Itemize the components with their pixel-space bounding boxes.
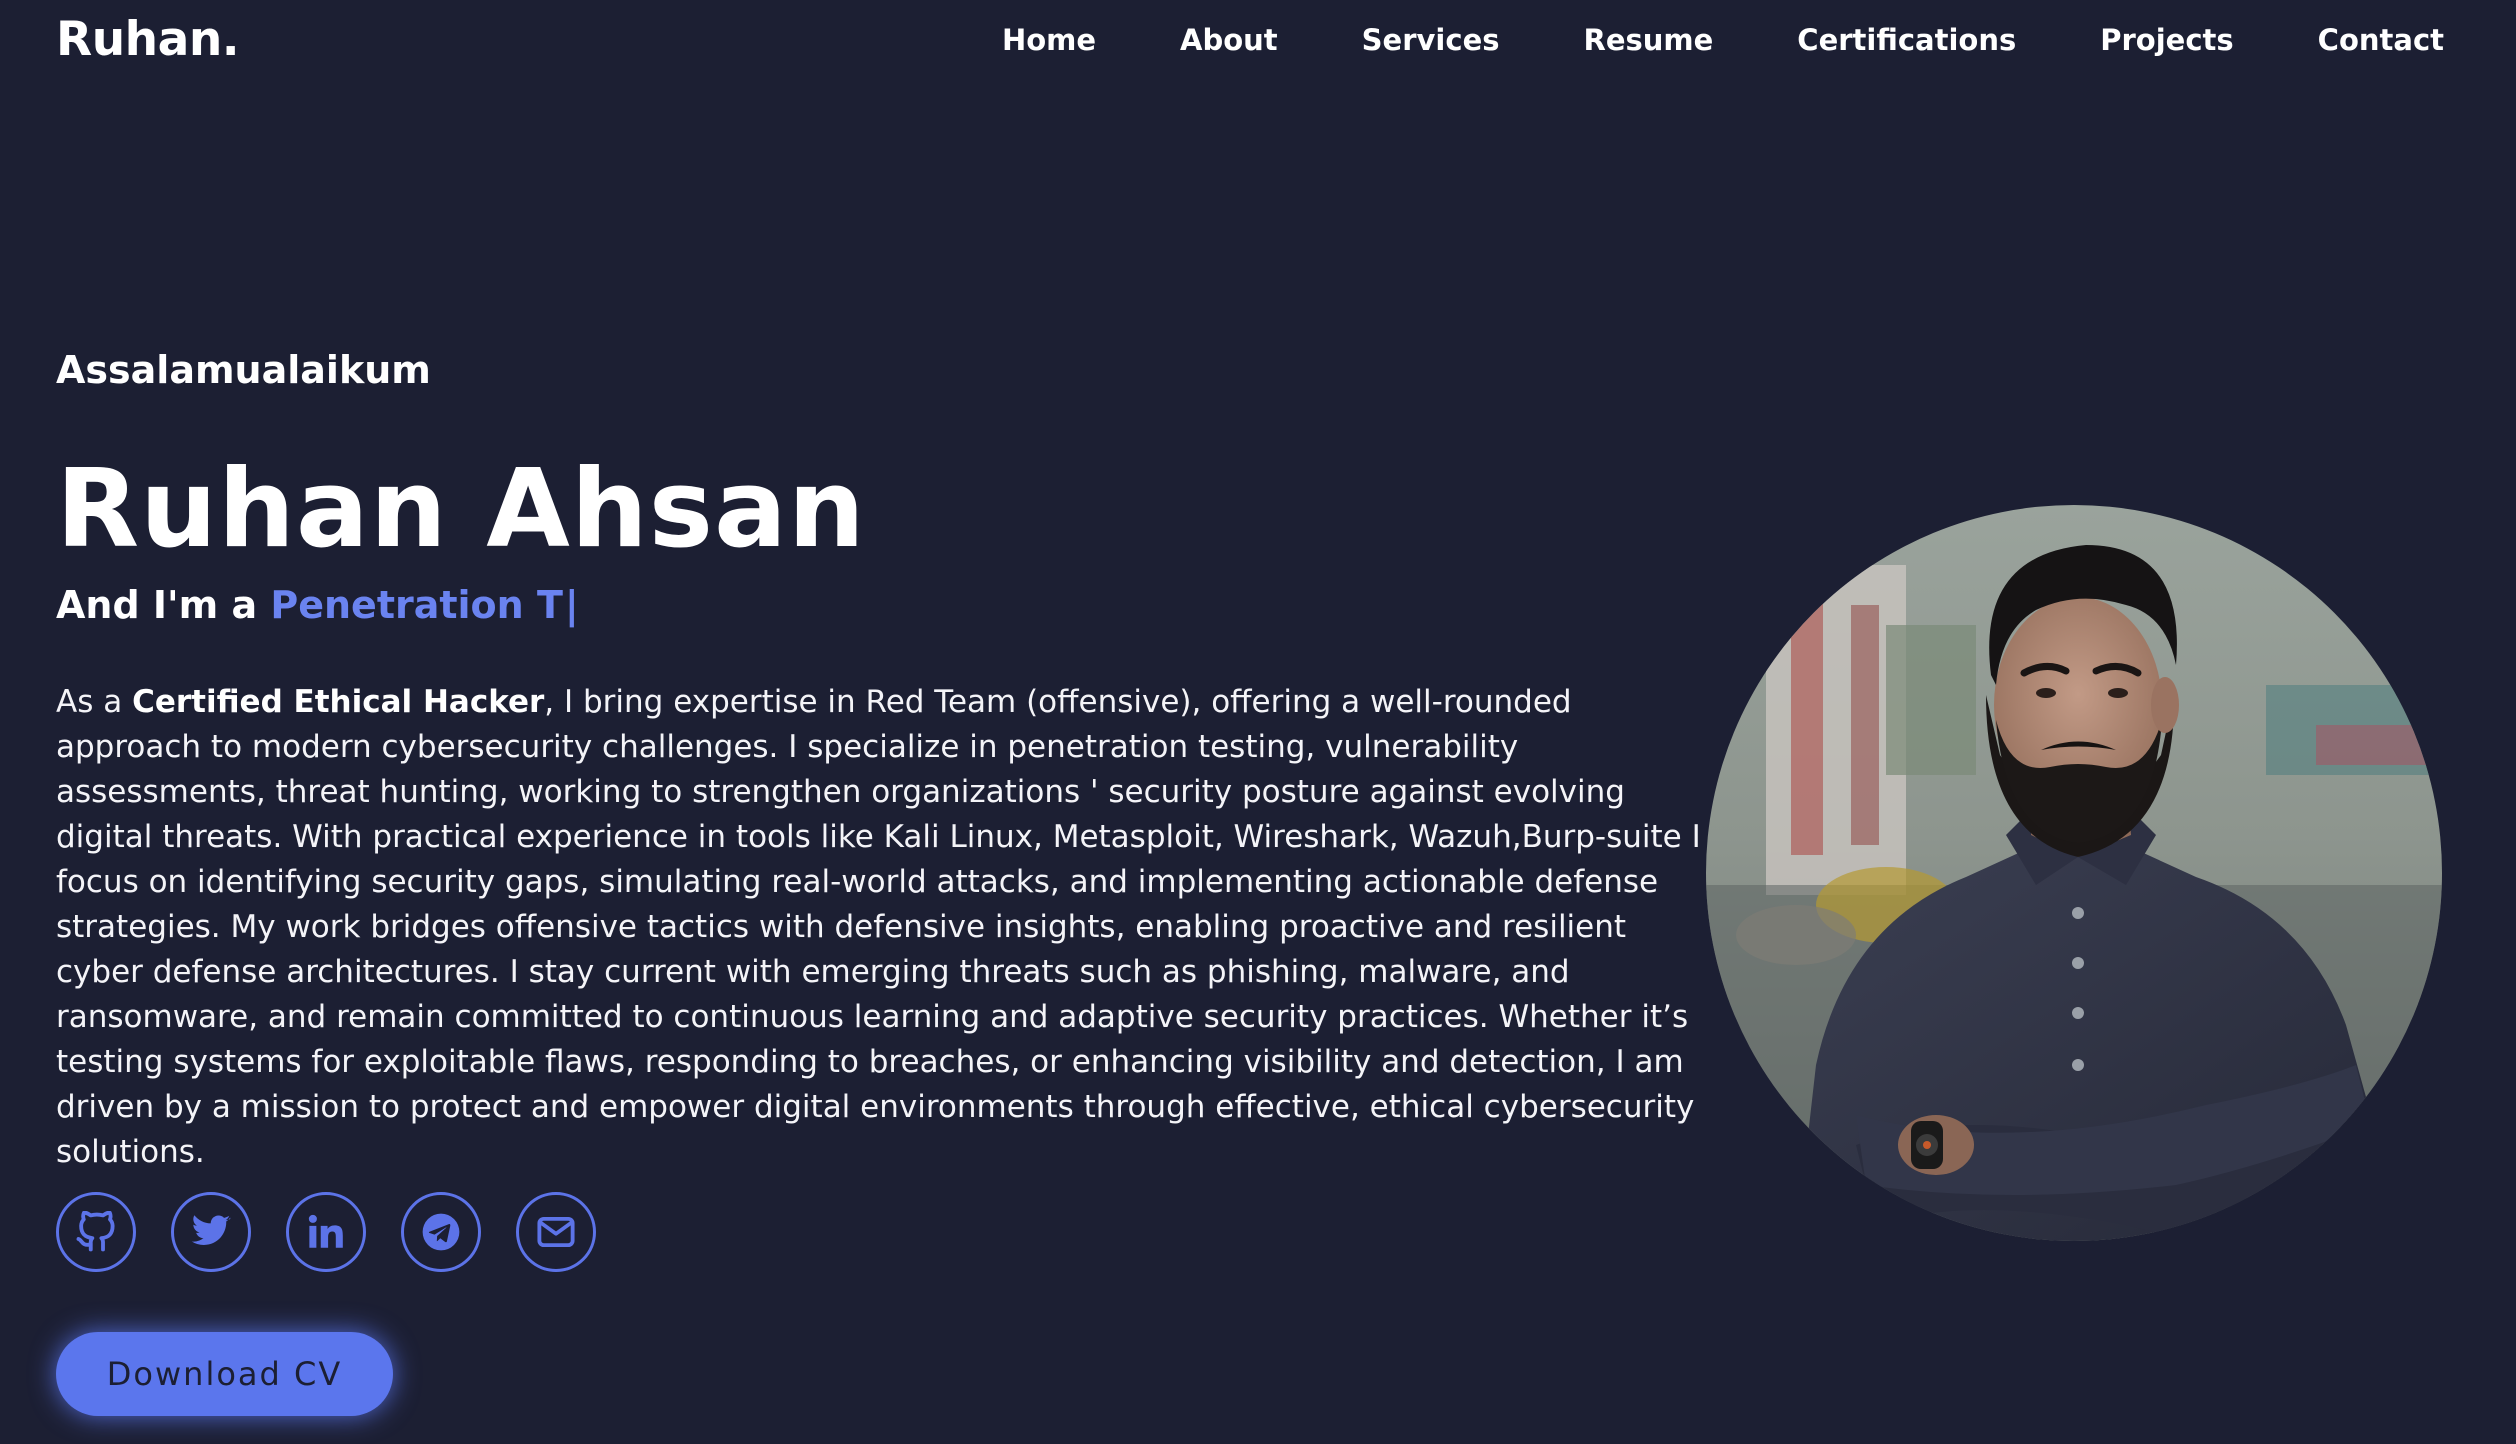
hero-section: Assalamualaikum Ruhan Ahsan And I'm a Pe… [56, 340, 1706, 1170]
linkedin-icon [308, 1214, 343, 1248]
telegram-link[interactable] [401, 1192, 481, 1272]
email-link[interactable] [516, 1192, 596, 1272]
nav-item-about[interactable]: About [1180, 18, 1278, 62]
hero-greeting: Assalamualaikum [56, 348, 431, 392]
twitter-icon [191, 1215, 231, 1245]
main-nav: Home About Services Resume Certification… [1002, 18, 2444, 62]
github-icon [76, 1211, 115, 1252]
linkedin-link[interactable] [286, 1192, 366, 1272]
twitter-link[interactable] [171, 1192, 251, 1272]
role-prefix: And I'm a [56, 583, 271, 627]
profile-photo [1706, 505, 2442, 1241]
nav-item-services[interactable]: Services [1362, 18, 1500, 62]
nav-item-resume[interactable]: Resume [1584, 18, 1714, 62]
hero-name: Ruhan Ahsan [56, 447, 866, 572]
role-typed-text: Penetration T [270, 583, 563, 627]
hero-role: And I'm a Penetration T| [56, 580, 579, 630]
download-cv-button[interactable]: Download CV [56, 1332, 393, 1416]
site-logo[interactable]: Ruhan. [56, 10, 240, 70]
nav-item-home[interactable]: Home [1002, 18, 1096, 62]
telegram-icon [422, 1213, 460, 1251]
profile-photo-illustration [1706, 505, 2442, 1241]
nav-item-projects[interactable]: Projects [2100, 18, 2233, 62]
hero-bio: As a Certified Ethical Hacker, I bring e… [56, 680, 1706, 1175]
nav-item-contact[interactable]: Contact [2318, 18, 2444, 62]
bio-highlight: Certified Ethical Hacker [132, 684, 545, 720]
bio-body: , I bring expertise in Red Team (offensi… [56, 684, 1701, 1170]
site-header: Ruhan. Home About Services Resume Certif… [0, 0, 2516, 84]
github-link[interactable] [56, 1192, 136, 1272]
bio-intro: As a [56, 684, 133, 720]
mail-icon [537, 1216, 575, 1248]
social-links [56, 1192, 596, 1272]
typing-cursor: | [564, 583, 579, 627]
nav-item-certifications[interactable]: Certifications [1797, 18, 2016, 62]
